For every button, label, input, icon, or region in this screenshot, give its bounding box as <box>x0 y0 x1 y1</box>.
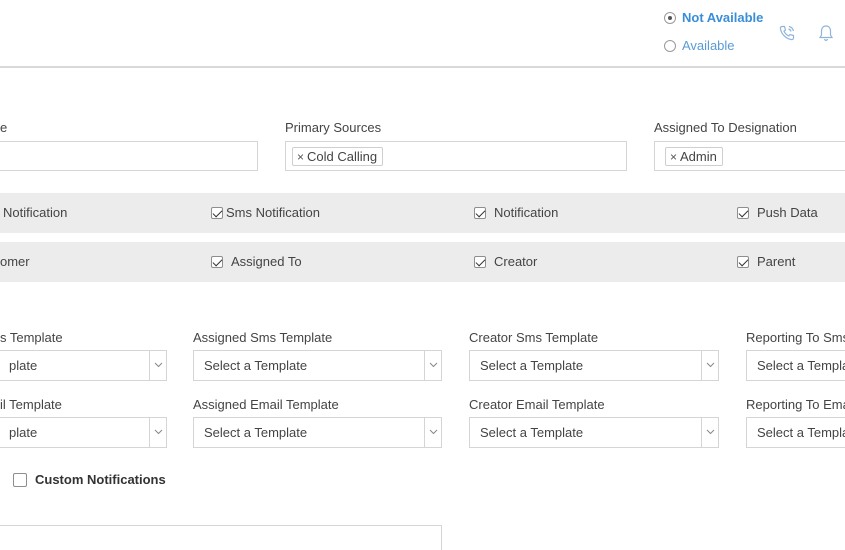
push-data-checkbox[interactable]: Push Data <box>737 205 818 220</box>
creator-label: Creator <box>494 254 538 269</box>
creator-email-template-label: Creator Email Template <box>469 397 605 412</box>
assigned-designation-field[interactable]: × Admin <box>654 141 845 171</box>
push-data-checkmark[interactable] <box>737 206 749 219</box>
radio-not-available[interactable] <box>664 11 676 24</box>
notification-option-1[interactable]: Notification <box>3 205 67 220</box>
reporting-sms-template-label: Reporting To Sms <box>746 330 845 345</box>
tag-remove-icon[interactable]: × <box>297 150 304 164</box>
customer-label: omer <box>0 254 30 269</box>
reporting-email-template-select[interactable]: Select a Templa <box>746 417 845 448</box>
assigned-to-checkmark[interactable] <box>211 255 223 268</box>
assigned-email-template-value: Select a Template <box>204 425 308 440</box>
custom-notifications-box[interactable] <box>13 472 27 487</box>
radio-available[interactable] <box>664 39 676 52</box>
notification-options-band: Notification Sms Notification Notificati… <box>0 193 845 233</box>
custom-notifications-label: Custom Notifications <box>35 472 166 487</box>
assigned-to-checkbox[interactable]: Assigned To <box>211 254 302 269</box>
creator-email-template-select[interactable]: Select a Template <box>469 417 719 448</box>
assigned-to-label: Assigned To <box>231 254 302 269</box>
creator-sms-template-label: Creator Sms Template <box>469 330 599 345</box>
reporting-sms-template-value: Select a Templa <box>757 358 845 373</box>
status-available-option[interactable]: Available <box>664 38 735 53</box>
customer-option[interactable]: omer <box>0 254 30 269</box>
reporting-sms-template-select[interactable]: Select a Templa <box>746 350 845 381</box>
assigned-email-template-label: Assigned Email Template <box>193 397 339 412</box>
creator-checkmark[interactable] <box>474 255 486 268</box>
email-template-label: il Template <box>0 397 62 412</box>
push-data-label: Push Data <box>757 205 818 220</box>
status-not-available-option[interactable]: Not Available <box>664 10 763 25</box>
custom-notifications-checkbox[interactable]: Custom Notifications <box>13 472 166 487</box>
sms-notification-label: Sms Notification <box>226 205 320 220</box>
chevron-down-icon[interactable] <box>149 418 166 447</box>
assigned-sms-template-label: Assigned Sms Template <box>193 330 333 345</box>
top-header: Not Available Available <box>0 0 845 68</box>
bell-icon[interactable] <box>818 24 836 42</box>
parent-checkbox[interactable]: Parent <box>737 254 795 269</box>
primary-sources-field[interactable]: × Cold Calling <box>285 141 627 171</box>
primary-sources-tag-label: Cold Calling <box>307 149 378 164</box>
creator-sms-template-value: Select a Template <box>480 358 584 373</box>
sms-template-value: plate <box>9 358 38 373</box>
assigned-email-template-select[interactable]: Select a Template <box>193 417 442 448</box>
chevron-down-icon[interactable] <box>424 418 441 447</box>
sms-template-select[interactable]: plate <box>0 350 167 381</box>
assigned-sms-template-select[interactable]: Select a Template <box>193 350 442 381</box>
designation-tag-label: Admin <box>680 149 717 164</box>
parent-checkmark[interactable] <box>737 255 749 268</box>
custom-notifications-input[interactable] <box>0 525 442 550</box>
notification-checkmark[interactable] <box>474 206 486 219</box>
notification-option-1-label: Notification <box>3 205 68 220</box>
status-not-available-label: Not Available <box>682 10 764 25</box>
notification-checkbox[interactable]: Notification <box>474 205 558 220</box>
chevron-down-icon[interactable] <box>424 351 441 380</box>
sms-notification-checkbox[interactable]: Sms Notification <box>211 205 320 220</box>
primary-sources-label: Primary Sources <box>285 120 382 135</box>
phone-icon[interactable] <box>778 24 796 42</box>
primary-sources-tag: × Cold Calling <box>292 147 384 166</box>
chevron-down-icon[interactable] <box>701 418 718 447</box>
reporting-email-template-value: Select a Templa <box>757 425 845 440</box>
first-field-input[interactable] <box>0 141 258 171</box>
parent-label: Parent <box>757 254 796 269</box>
assigned-designation-label: Assigned To Designation <box>654 120 797 135</box>
recipient-options-band: omer Assigned To Creator Parent <box>0 242 845 282</box>
tag-remove-icon[interactable]: × <box>670 150 677 164</box>
assigned-sms-template-value: Select a Template <box>204 358 308 373</box>
email-template-select[interactable]: plate <box>0 417 167 448</box>
status-available-label: Available <box>682 38 735 53</box>
creator-email-template-value: Select a Template <box>480 425 584 440</box>
notification-label: Notification <box>494 205 559 220</box>
designation-tag: × Admin <box>665 147 723 166</box>
chevron-down-icon[interactable] <box>149 351 166 380</box>
creator-sms-template-select[interactable]: Select a Template <box>469 350 719 381</box>
sms-notification-checkmark[interactable] <box>211 206 223 219</box>
email-template-value: plate <box>9 425 38 440</box>
sms-template-label: s Template <box>0 330 63 345</box>
reporting-email-template-label: Reporting To Ema <box>746 397 845 412</box>
creator-checkbox[interactable]: Creator <box>474 254 537 269</box>
first-field-label: e <box>0 120 8 135</box>
chevron-down-icon[interactable] <box>701 351 718 380</box>
